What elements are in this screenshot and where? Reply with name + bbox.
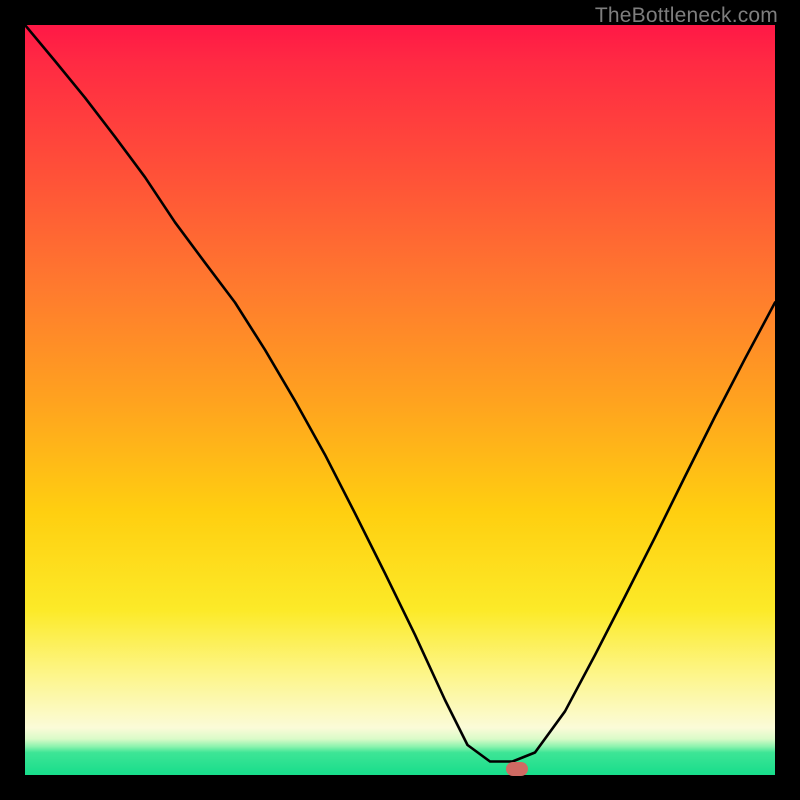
curve-path: [25, 25, 775, 762]
chart-stage: TheBottleneck.com: [0, 0, 800, 800]
watermark-text: TheBottleneck.com: [595, 4, 778, 28]
bottleneck-curve: [25, 25, 775, 775]
optimal-marker: [506, 762, 528, 776]
plot-area: [25, 25, 775, 775]
